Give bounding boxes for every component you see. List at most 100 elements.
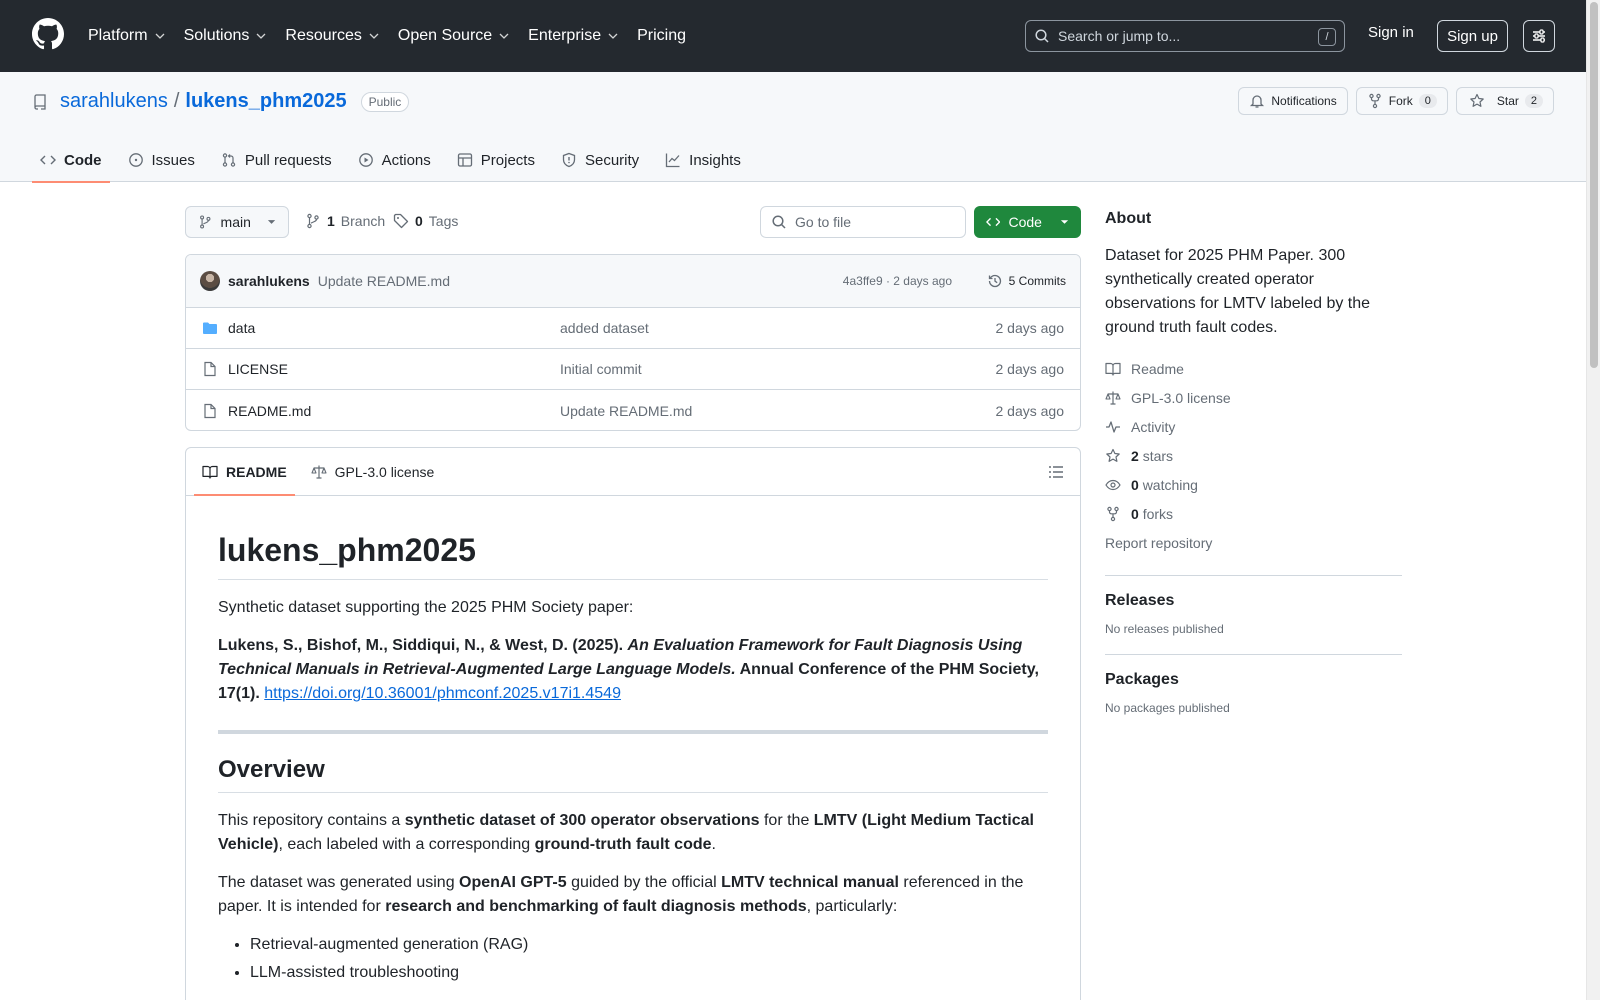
page-scrollbar[interactable]	[1586, 0, 1600, 1000]
fork-icon	[1369, 93, 1381, 109]
use-case-list: Retrieval-augmented generation (RAG) LLM…	[218, 933, 1048, 985]
star-button[interactable]: Star 2	[1455, 87, 1554, 115]
branches-link[interactable]: 1 Branch	[305, 213, 385, 229]
branch-count: 1	[327, 213, 335, 229]
go-to-file-placeholder: Go to file	[795, 214, 852, 230]
text-bold: ground-truth fault code	[534, 836, 712, 853]
tab-actions[interactable]: Actions	[350, 138, 439, 182]
notifications-button[interactable]: Notifications	[1238, 87, 1348, 115]
text: The dataset was generated using	[218, 874, 460, 891]
tab-label: Security	[584, 151, 640, 169]
commit-message-link[interactable]: Update README.md	[318, 273, 450, 289]
list-outline-icon[interactable]	[1048, 464, 1064, 480]
fork-icon	[1107, 506, 1119, 521]
file-commit-message[interactable]: Update README.md	[560, 403, 692, 419]
branch-icon	[307, 213, 319, 229]
commits-label: 5 Commits	[1008, 274, 1066, 288]
star-icon	[1106, 448, 1120, 462]
tab-issues[interactable]: Issues	[120, 138, 203, 182]
sign-in-link[interactable]: Sign in	[1368, 24, 1414, 41]
divider	[1105, 575, 1402, 576]
nav-pricing[interactable]: Pricing	[637, 19, 694, 53]
activity-link[interactable]: Activity	[1105, 412, 1402, 441]
nav-enterprise[interactable]: Enterprise	[528, 19, 627, 53]
go-to-file-input[interactable]: Go to file	[760, 206, 966, 238]
latest-commit-row: sarahlukens Update README.md 4a3ffe9 · 2…	[186, 255, 1080, 308]
file-commit-message[interactable]: added dataset	[560, 320, 649, 336]
law-icon	[311, 465, 327, 479]
divider	[218, 730, 1048, 734]
nav-label: Open Source	[397, 27, 493, 44]
file-icon	[204, 403, 216, 418]
nav-resources[interactable]: Resources	[285, 19, 387, 53]
license-link[interactable]: GPL-3.0 license	[1105, 383, 1402, 412]
forks-link[interactable]: 0 forks	[1105, 499, 1402, 528]
tag-count: 0	[415, 213, 423, 229]
list-item: Retrieval-augmented generation (RAG)	[250, 933, 1048, 957]
watching-text: 0 watching	[1131, 477, 1198, 493]
file-age: 2 days ago	[995, 320, 1065, 336]
file-age: 2 days ago	[995, 361, 1065, 377]
repo-owner-link[interactable]: sarahlukens	[60, 90, 168, 113]
text-bold: OpenAI GPT-5	[459, 874, 567, 891]
file-name[interactable]: data	[228, 320, 255, 336]
stars-text: 2 stars	[1131, 448, 1173, 464]
file-icon	[204, 361, 216, 377]
tab-readme[interactable]: README	[194, 448, 295, 496]
file-commit-message[interactable]: Initial commit	[560, 361, 642, 377]
stars-label: stars	[1142, 447, 1174, 464]
tab-code[interactable]: Code	[32, 138, 110, 183]
tab-pull-requests[interactable]: Pull requests	[213, 138, 340, 182]
commit-author-link[interactable]: sarahlukens	[228, 273, 310, 289]
releases-heading[interactable]: Releases	[1105, 592, 1402, 610]
repo-description: Dataset for 2025 PHM Paper. 300 syntheti…	[1105, 247, 1371, 336]
tab-label: Issues	[151, 151, 195, 169]
tab-insights[interactable]: Insights	[657, 138, 749, 182]
doi-link[interactable]: https://doi.org/10.36001/phmconf.2025.v1…	[264, 685, 621, 702]
repo-name-link[interactable]: lukens_phm2025	[185, 90, 346, 113]
global-search-input[interactable]: Search or jump to... /	[1025, 20, 1345, 52]
about-sidebar: About Dataset for 2025 PHM Paper. 300 sy…	[1105, 210, 1402, 715]
side-label: Readme	[1131, 360, 1184, 377]
tab-projects[interactable]: Projects	[449, 138, 543, 182]
tab-label: Pull requests	[244, 151, 332, 169]
commit-hash-time[interactable]: 4a3ffe9 · 2 days ago	[843, 274, 952, 288]
file-row-readme[interactable]: README.md Update README.md 2 days ago	[186, 390, 1080, 430]
nav-open-source[interactable]: Open Source	[398, 19, 518, 53]
fork-button[interactable]: Fork 0	[1355, 87, 1448, 115]
sign-up-button[interactable]: Sign up	[1437, 20, 1508, 52]
commits-history-link[interactable]: 5 Commits	[987, 273, 1066, 289]
breadcrumb-separator: /	[173, 90, 180, 112]
tab-security[interactable]: Security	[553, 138, 647, 182]
report-repository-link[interactable]: Report repository	[1105, 528, 1402, 557]
overview-heading: Overview	[218, 756, 1048, 793]
avatar[interactable]	[200, 271, 220, 291]
github-logo-icon[interactable]	[32, 18, 64, 50]
text: for the	[759, 812, 814, 829]
search-placeholder: Search or jump to...	[1058, 28, 1181, 44]
nav-platform[interactable]: Platform	[88, 19, 174, 53]
global-menu-button[interactable]	[1523, 20, 1555, 52]
eye-icon	[1105, 479, 1121, 490]
scrollbar-thumb[interactable]	[1590, 2, 1598, 368]
nav-solutions[interactable]: Solutions	[184, 19, 276, 53]
tab-license[interactable]: GPL-3.0 license	[303, 448, 443, 495]
watchers-link[interactable]: 0 watching	[1105, 470, 1402, 499]
packages-heading[interactable]: Packages	[1105, 671, 1402, 689]
file-name[interactable]: README.md	[228, 403, 311, 419]
branch-selector[interactable]: main	[185, 206, 289, 238]
stars-link[interactable]: 2 stars	[1105, 441, 1402, 470]
readme-link[interactable]: Readme	[1105, 354, 1402, 383]
tab-label: README	[226, 463, 287, 480]
tags-link[interactable]: 0 Tags	[393, 213, 458, 229]
code-dropdown-button[interactable]: Code	[974, 206, 1081, 238]
file-row-license[interactable]: LICENSE Initial commit 2 days ago	[186, 349, 1080, 390]
file-name[interactable]: LICENSE	[228, 361, 288, 377]
repo-actions: Notifications Fork 0 Star 2	[1238, 87, 1554, 115]
code-button-label: Code	[1008, 214, 1042, 230]
tab-label: GPL-3.0 license	[334, 463, 435, 480]
search-shortcut-key: /	[1318, 28, 1336, 46]
search-icon	[1035, 29, 1049, 43]
file-row-data[interactable]: data added dataset 2 days ago	[186, 308, 1080, 349]
book-icon	[202, 465, 218, 479]
